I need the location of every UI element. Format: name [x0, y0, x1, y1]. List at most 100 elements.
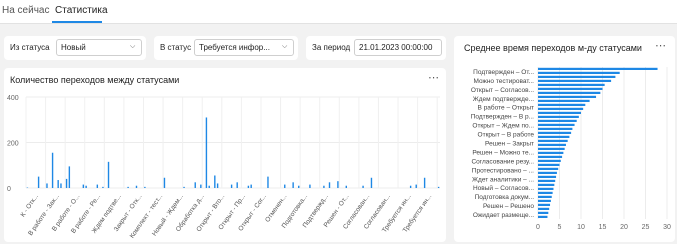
x-tick-label: 5	[558, 224, 562, 231]
bar	[68, 166, 71, 188]
bar	[538, 103, 586, 106]
x-axis-ticks: 0 5 10 15 20 25 30	[536, 224, 671, 231]
bar	[323, 185, 325, 188]
category-label: Решен – Решено	[483, 203, 534, 210]
bar	[284, 184, 286, 188]
category-label: Открыт – Согласов...	[471, 87, 534, 94]
bar	[82, 184, 85, 188]
x-tick-label: 20	[620, 224, 628, 231]
tab-bar: На сейчас Статистика	[0, 0, 677, 24]
bar	[538, 111, 581, 114]
bar	[135, 185, 138, 188]
category-label: Можно тестироват...	[473, 78, 534, 85]
bar	[216, 183, 219, 188]
bar	[102, 186, 104, 188]
avg-transition-time-card: Среднее время переходов м-ду статусами ⋯…	[454, 36, 675, 242]
bar	[538, 191, 553, 194]
bar	[538, 79, 612, 82]
category-label: Новый – Согласов...	[473, 184, 534, 192]
category-label: Подтвержден – От...	[473, 69, 534, 76]
bar	[538, 143, 566, 146]
bar	[538, 99, 590, 102]
bar	[200, 184, 202, 188]
bar	[292, 182, 294, 188]
bar	[107, 161, 110, 188]
bar	[538, 167, 559, 170]
category-label: Согласование резу...	[471, 158, 534, 165]
bar	[538, 203, 551, 206]
bar	[85, 185, 87, 188]
bar	[538, 155, 563, 158]
bar	[423, 177, 426, 188]
category-label: Решен – Закрыт	[485, 141, 534, 148]
bar	[51, 152, 54, 188]
bar	[163, 177, 166, 188]
bar	[65, 178, 68, 188]
bar	[205, 117, 208, 188]
to-status-select[interactable]: Требуется инфор...	[194, 39, 294, 56]
bar	[144, 186, 146, 188]
bar	[538, 71, 620, 74]
bar	[337, 181, 339, 188]
transitions-count-card: Количество переходов между статусами ⋯ 0…	[4, 68, 446, 242]
category-label: Подготовка докум...	[475, 194, 535, 201]
chevron-down-icon: ⌵	[130, 43, 136, 50]
bar	[267, 176, 269, 188]
category-label: Ожидает размеще...	[473, 212, 534, 219]
bar	[538, 179, 556, 182]
period-date-input[interactable]: 21.01.2023 00:00:00	[354, 39, 442, 56]
bar	[538, 119, 577, 122]
bar	[538, 127, 573, 130]
active-tab-indicator	[52, 21, 102, 23]
bar	[538, 207, 550, 210]
chart-bars	[26, 117, 440, 188]
bar	[538, 75, 616, 78]
bar	[328, 182, 331, 188]
bar	[409, 185, 412, 188]
filter-from-status-label: Из статуса	[10, 43, 50, 52]
category-label: Открыт – В работе	[478, 131, 535, 139]
x-axis-ticks: К - Отк...В работе - Зак...В работе - О.…	[19, 192, 433, 239]
chevron-down-icon: ⌵	[282, 43, 288, 50]
bar	[127, 186, 129, 188]
avg-transition-time-chart: Подтвержден – От... Можно тестироват... От…	[471, 67, 671, 231]
bar	[370, 177, 373, 188]
y-tick-label: 200	[7, 141, 19, 148]
bar	[538, 215, 548, 218]
y-tick-label: 400	[7, 95, 19, 102]
bar	[538, 211, 549, 214]
x-tick-label: 10	[577, 224, 585, 231]
bar	[538, 171, 557, 174]
x-tick-label: 15	[599, 224, 607, 231]
category-label: Решен – Можно те...	[472, 149, 534, 156]
category-label: В работе – Открыт	[478, 104, 534, 112]
x-tick-label: К - Отк...	[19, 193, 40, 218]
filter-period-label: За период	[312, 43, 351, 52]
bar	[538, 159, 561, 162]
bar	[538, 67, 658, 70]
chart-bars	[538, 67, 658, 218]
bar	[538, 131, 572, 134]
transitions-count-chart: 0 200 400 К - Отк...В работе - Зак...В раб…	[7, 95, 440, 240]
bar	[415, 184, 417, 188]
category-label: Протестировано – ...	[472, 167, 534, 174]
bar	[538, 139, 568, 142]
x-tick-label: 30	[663, 224, 671, 231]
bar	[183, 186, 185, 188]
tab-now[interactable]: На сейчас	[2, 5, 49, 16]
category-label: Ждет аналитики – ...	[472, 176, 534, 183]
bar	[236, 182, 238, 188]
filter-period: За период 21.01.2023 00:00:00	[306, 36, 446, 60]
bar	[538, 123, 575, 126]
category-label: Подтвержден – В р...	[471, 114, 534, 121]
y-axis-ticks: 0 200 400	[7, 95, 19, 193]
bar	[309, 184, 311, 188]
bar	[60, 183, 62, 188]
bar	[538, 147, 565, 150]
x-tick-label: 25	[642, 224, 650, 231]
bar	[437, 186, 440, 188]
bar	[208, 185, 210, 188]
bar	[538, 175, 557, 178]
tab-statistics[interactable]: Статистика	[55, 5, 108, 16]
bar	[230, 184, 233, 188]
